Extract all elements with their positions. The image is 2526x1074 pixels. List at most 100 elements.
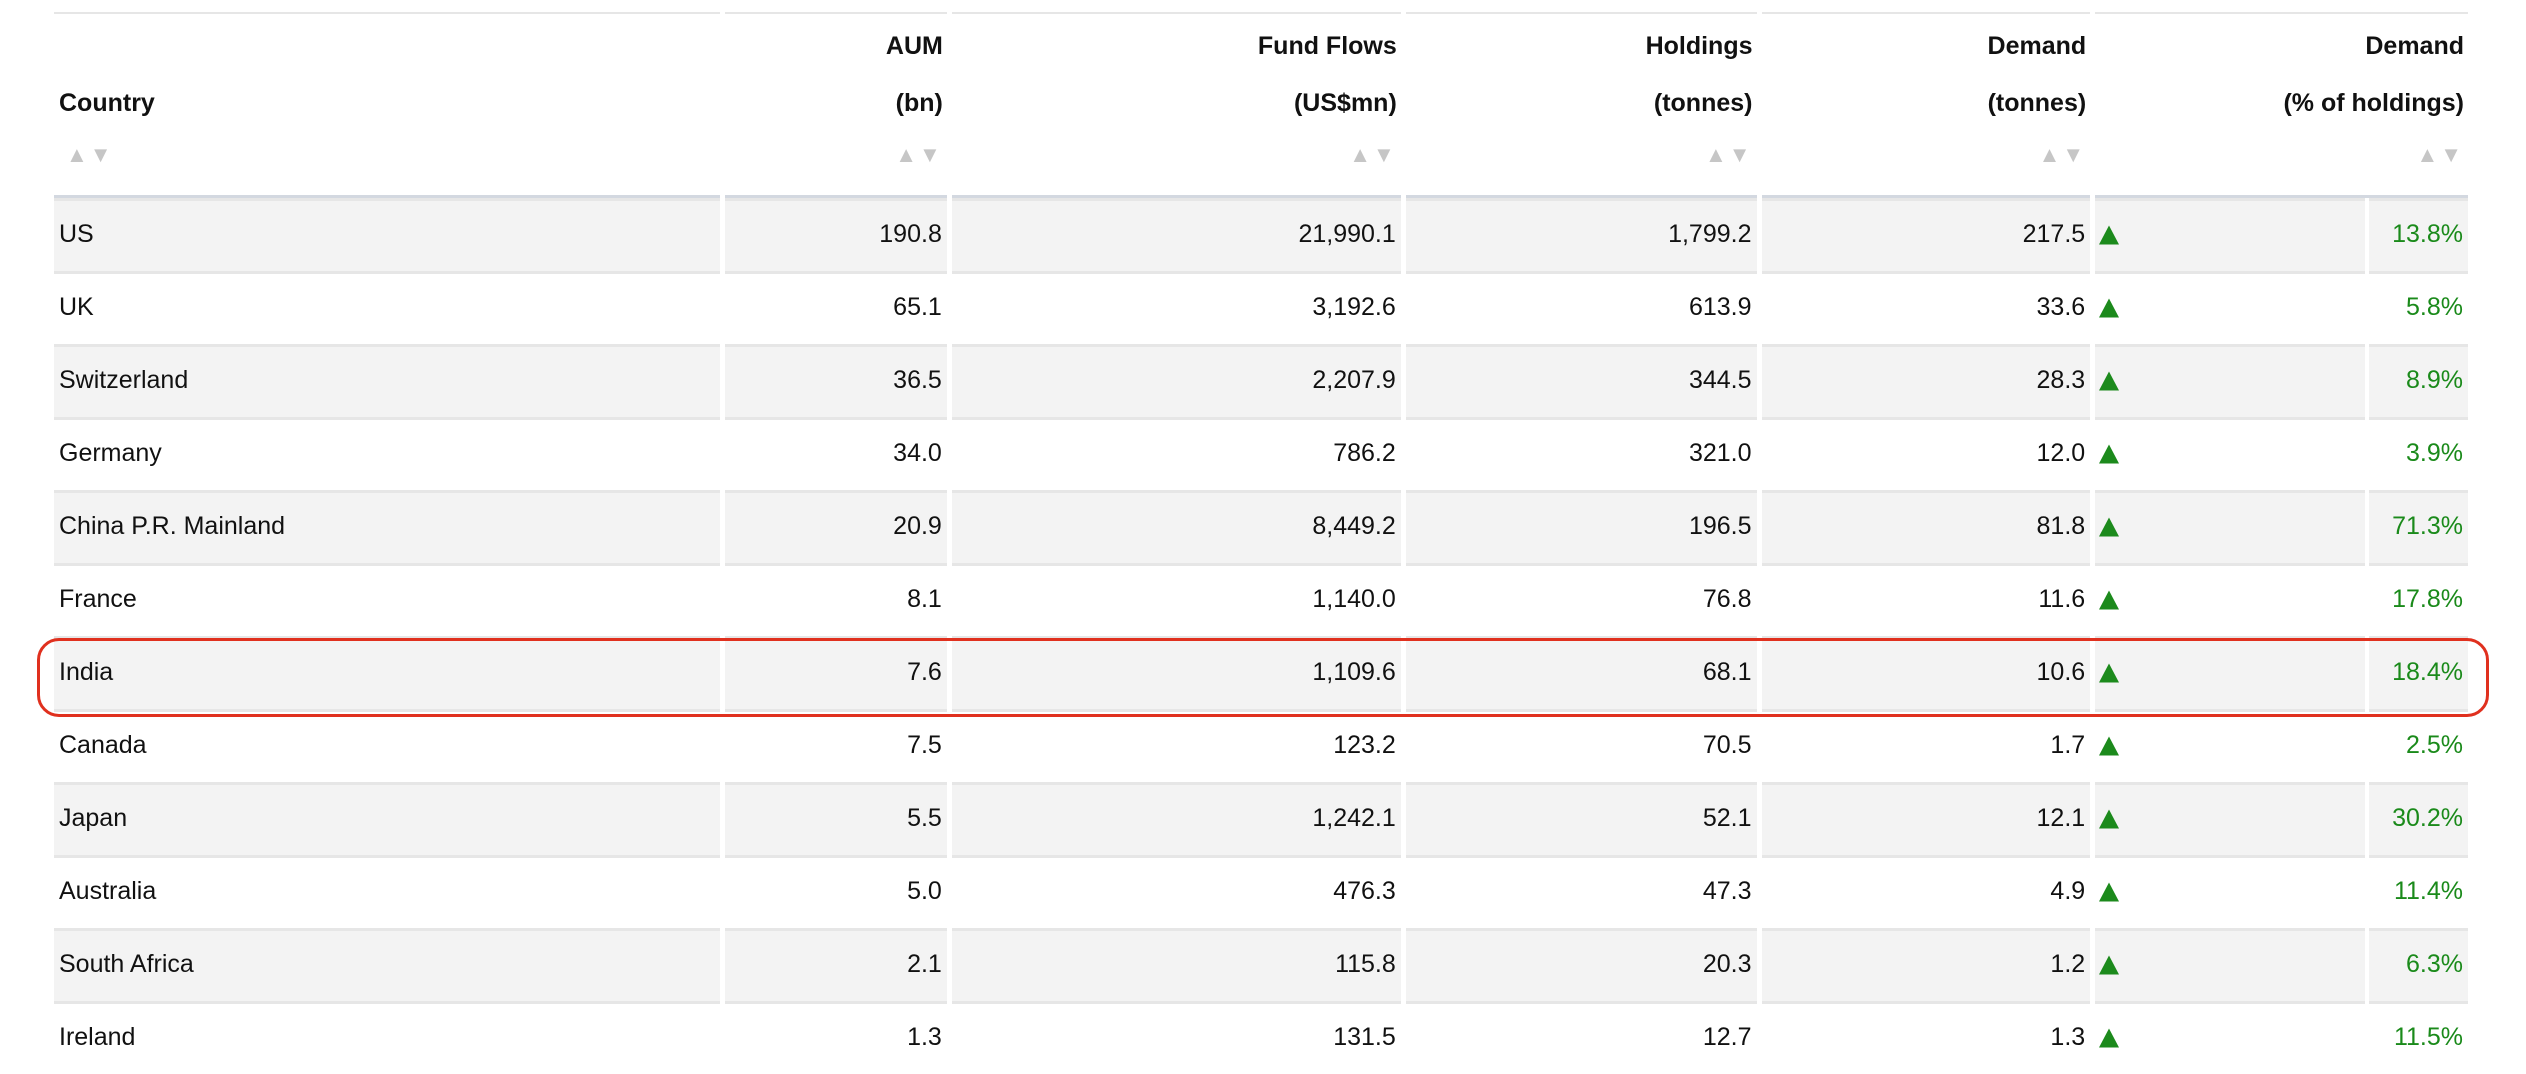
cell-aum: 34.0 (725, 417, 947, 490)
cell-demand-pct: 5.8% (2095, 271, 2468, 344)
cell-demand-pct: 2.5% (2095, 709, 2468, 782)
cell-aum: 36.5 (725, 344, 947, 417)
table-row: South Africa 2.1 115.8 20.3 1.2 6.3% (54, 928, 2468, 1001)
cell-fund-flows: 476.3 (951, 855, 1401, 928)
cell-country: South Africa (54, 928, 721, 1001)
cell-demand: 1.2 (1761, 928, 2091, 1001)
cell-aum: 8.1 (725, 563, 947, 636)
table-row: Germany 34.0 786.2 321.0 12.0 3.9% (54, 417, 2468, 490)
header-row: Country ▲▼ AUM (bn) ▲▼ Fund Flows (US$mn… (54, 12, 2468, 198)
sort-arrows-icon[interactable]: ▲▼ (1349, 142, 1397, 168)
cell-fund-flows: 131.5 (951, 1001, 1401, 1074)
up-arrow-icon (2099, 590, 2120, 609)
cell-demand-pct-value: 2.5% (2365, 709, 2468, 782)
gold-etf-country-table: Country ▲▼ AUM (bn) ▲▼ Fund Flows (US$mn… (49, 12, 2473, 1074)
cell-aum: 20.9 (725, 490, 947, 563)
column-header-country[interactable]: Country ▲▼ (54, 12, 721, 198)
cell-aum: 5.0 (725, 855, 947, 928)
cell-demand-pct: 71.3% (2095, 490, 2468, 563)
cell-country: Australia (54, 855, 721, 928)
table-row: UK 65.1 3,192.6 613.9 33.6 5.8% (54, 271, 2468, 344)
sort-arrows-icon[interactable]: ▲▼ (1705, 142, 1753, 168)
up-arrow-icon (2099, 298, 2120, 317)
cell-holdings: 1,799.2 (1405, 198, 1757, 271)
column-header-holdings-line1: Holdings (1645, 32, 1753, 60)
cell-holdings: 68.1 (1405, 636, 1757, 709)
cell-aum: 2.1 (725, 928, 947, 1001)
cell-demand-pct-value: 71.3% (2365, 490, 2468, 563)
cell-fund-flows: 21,990.1 (951, 198, 1401, 271)
cell-fund-flows: 1,109.6 (951, 636, 1401, 709)
table-row: India 7.6 1,109.6 68.1 10.6 18.4% (54, 636, 2468, 709)
cell-fund-flows: 123.2 (951, 709, 1401, 782)
column-header-fund-flows-line2: (US$mn) (1293, 89, 1397, 117)
table-row: Australia 5.0 476.3 47.3 4.9 11.4% (54, 855, 2468, 928)
cell-fund-flows: 1,242.1 (951, 782, 1401, 855)
column-header-aum[interactable]: AUM (bn) ▲▼ (725, 12, 947, 198)
up-arrow-icon (2099, 736, 2120, 755)
sort-arrows-icon[interactable]: ▲▼ (66, 142, 114, 168)
cell-demand-pct-value: 11.4% (2365, 855, 2468, 928)
cell-aum: 65.1 (725, 271, 947, 344)
sort-arrows-icon[interactable]: ▲▼ (2416, 142, 2464, 168)
cell-fund-flows: 8,449.2 (951, 490, 1401, 563)
cell-country: UK (54, 271, 721, 344)
up-arrow-icon (2099, 882, 2120, 901)
cell-demand-pct-value: 13.8% (2365, 198, 2468, 271)
table-row: Canada 7.5 123.2 70.5 1.7 2.5% (54, 709, 2468, 782)
cell-demand-pct-value: 17.8% (2365, 563, 2468, 636)
cell-demand: 4.9 (1761, 855, 2091, 928)
cell-demand-pct-value: 11.5% (2365, 1001, 2468, 1074)
table-row: France 8.1 1,140.0 76.8 11.6 17.8% (54, 563, 2468, 636)
cell-demand: 217.5 (1761, 198, 2091, 271)
column-header-fund-flows-line1: Fund Flows (1257, 32, 1397, 60)
column-header-holdings[interactable]: Holdings (tonnes) ▲▼ (1405, 12, 1757, 198)
cell-holdings: 76.8 (1405, 563, 1757, 636)
table-row: Ireland 1.3 131.5 12.7 1.3 11.5% (54, 1001, 2468, 1074)
cell-demand-pct: 3.9% (2095, 417, 2468, 490)
cell-aum: 1.3 (725, 1001, 947, 1074)
column-header-fund-flows[interactable]: Fund Flows (US$mn) ▲▼ (951, 12, 1401, 198)
cell-aum: 7.5 (725, 709, 947, 782)
cell-holdings: 344.5 (1405, 344, 1757, 417)
up-arrow-icon (2099, 663, 2120, 682)
column-header-demand-line1: Demand (1987, 32, 2087, 60)
cell-aum: 7.6 (725, 636, 947, 709)
cell-demand-pct: 13.8% (2095, 198, 2468, 271)
cell-country: China P.R. Mainland (54, 490, 721, 563)
table-row: China P.R. Mainland 20.9 8,449.2 196.5 81.8 7… (54, 490, 2468, 563)
column-header-demand-pct-line2: (% of holdings) (2283, 89, 2464, 117)
cell-fund-flows: 3,192.6 (951, 271, 1401, 344)
cell-demand-pct: 6.3% (2095, 928, 2468, 1001)
column-header-aum-line1: AUM (885, 32, 943, 60)
cell-demand: 33.6 (1761, 271, 2091, 344)
sort-arrows-icon[interactable]: ▲▼ (2039, 142, 2087, 168)
cell-holdings: 47.3 (1405, 855, 1757, 928)
cell-country: Switzerland (54, 344, 721, 417)
cell-fund-flows: 786.2 (951, 417, 1401, 490)
cell-aum: 190.8 (725, 198, 947, 271)
cell-demand: 1.3 (1761, 1001, 2091, 1074)
cell-country: US (54, 198, 721, 271)
cell-demand: 81.8 (1761, 490, 2091, 563)
sort-arrows-icon[interactable]: ▲▼ (895, 142, 943, 168)
cell-holdings: 613.9 (1405, 271, 1757, 344)
cell-demand-pct: 30.2% (2095, 782, 2468, 855)
cell-demand-pct: 18.4% (2095, 636, 2468, 709)
cell-demand-pct: 11.4% (2095, 855, 2468, 928)
cell-country: India (54, 636, 721, 709)
column-header-demand[interactable]: Demand (tonnes) ▲▼ (1761, 12, 2091, 198)
up-arrow-icon (2099, 955, 2120, 974)
column-header-demand-pct[interactable]: Demand (% of holdings) ▲▼ (2095, 12, 2468, 198)
cell-demand: 12.1 (1761, 782, 2091, 855)
column-header-demand-pct-line1: Demand (2365, 32, 2464, 60)
cell-fund-flows: 1,140.0 (951, 563, 1401, 636)
column-header-holdings-line2: (tonnes) (1653, 89, 1753, 117)
cell-demand-pct: 11.5% (2095, 1001, 2468, 1074)
column-header-demand-line2: (tonnes) (1987, 89, 2087, 117)
cell-holdings: 52.1 (1405, 782, 1757, 855)
cell-aum: 5.5 (725, 782, 947, 855)
cell-demand-pct-value: 8.9% (2365, 344, 2468, 417)
table-row: Japan 5.5 1,242.1 52.1 12.1 30.2% (54, 782, 2468, 855)
table-body: US 190.8 21,990.1 1,799.2 217.5 13.8% UK 65.1 3,… (54, 198, 2468, 1074)
